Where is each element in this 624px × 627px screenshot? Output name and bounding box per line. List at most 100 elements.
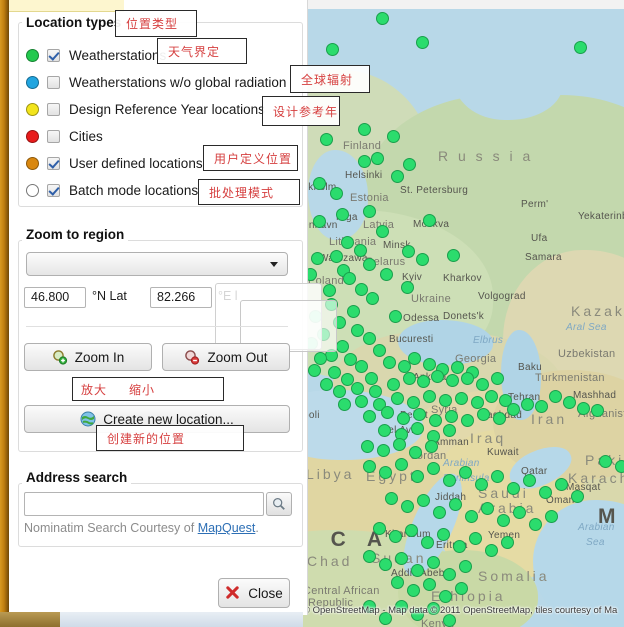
map-marker-weatherstation[interactable]	[491, 372, 504, 385]
map-marker-weatherstation[interactable]	[469, 532, 482, 545]
map-marker-weatherstation[interactable]	[443, 424, 456, 437]
map-marker-weatherstation[interactable]	[313, 215, 326, 228]
map-marker-weatherstation[interactable]	[453, 540, 466, 553]
map-marker-weatherstation[interactable]	[363, 460, 376, 473]
map-marker-weatherstation[interactable]	[409, 446, 422, 459]
map-marker-weatherstation[interactable]	[363, 258, 376, 271]
zoom-in-button[interactable]: Zoom In	[24, 343, 152, 371]
location-type-row-0[interactable]: Weatherstations	[26, 44, 166, 66]
map-marker-weatherstation[interactable]	[320, 133, 333, 146]
map-marker-weatherstation[interactable]	[405, 524, 418, 537]
map-marker-weatherstation[interactable]	[447, 249, 460, 262]
map-marker-weatherstation[interactable]	[577, 402, 590, 415]
map-marker-weatherstation[interactable]	[431, 370, 444, 383]
map-marker-weatherstation[interactable]	[523, 474, 536, 487]
map-marker-weatherstation[interactable]	[365, 372, 378, 385]
map-marker-weatherstation[interactable]	[451, 361, 464, 374]
map-marker-weatherstation[interactable]	[563, 396, 576, 409]
map-marker-weatherstation[interactable]	[355, 360, 368, 373]
map-marker-weatherstation[interactable]	[343, 272, 356, 285]
map-marker-weatherstation[interactable]	[330, 187, 343, 200]
map-marker-weatherstation[interactable]	[549, 390, 562, 403]
map-marker-weatherstation[interactable]	[401, 281, 414, 294]
location-type-checkbox[interactable]	[47, 183, 60, 197]
map-marker-weatherstation[interactable]	[363, 410, 376, 423]
map-marker-weatherstation[interactable]	[355, 395, 368, 408]
map-marker-weatherstation[interactable]	[535, 400, 548, 413]
map-marker-weatherstation[interactable]	[363, 332, 376, 345]
map-marker-weatherstation[interactable]	[381, 406, 394, 419]
map-marker-weatherstation[interactable]	[361, 440, 374, 453]
map-marker-weatherstation[interactable]	[403, 158, 416, 171]
map-marker-weatherstation[interactable]	[358, 155, 371, 168]
map-marker-weatherstation[interactable]	[379, 558, 392, 571]
map-marker-weatherstation[interactable]	[385, 492, 398, 505]
map-marker-weatherstation[interactable]	[591, 404, 604, 417]
map-marker-weatherstation[interactable]	[397, 412, 410, 425]
map-marker-weatherstation[interactable]	[391, 170, 404, 183]
map-marker-weatherstation[interactable]	[411, 422, 424, 435]
location-type-row-2[interactable]: Design Reference Year locations	[26, 98, 265, 120]
location-type-row-1[interactable]: Weatherstations w/o global radiation	[26, 71, 286, 93]
map-marker-weatherstation[interactable]	[485, 390, 498, 403]
map-marker-weatherstation[interactable]	[417, 375, 430, 388]
map-marker-weatherstation[interactable]	[379, 466, 392, 479]
map-marker-weatherstation[interactable]	[507, 403, 520, 416]
map-marker-weatherstation[interactable]	[423, 214, 436, 227]
map-marker-weatherstation[interactable]	[341, 236, 354, 249]
map-marker-weatherstation[interactable]	[369, 385, 382, 398]
map-marker-weatherstation[interactable]	[416, 253, 429, 266]
map-marker-weatherstation[interactable]	[423, 578, 436, 591]
map-marker-weatherstation[interactable]	[393, 438, 406, 451]
map-marker-weatherstation[interactable]	[308, 364, 321, 377]
map-marker-weatherstation[interactable]	[439, 394, 452, 407]
map-marker-weatherstation[interactable]	[395, 552, 408, 565]
map-marker-weatherstation[interactable]	[336, 340, 349, 353]
location-type-checkbox[interactable]	[47, 48, 60, 62]
map-marker-weatherstation[interactable]	[411, 470, 424, 483]
location-type-checkbox[interactable]	[47, 156, 60, 170]
map-marker-weatherstation[interactable]	[395, 458, 408, 471]
map-marker-weatherstation[interactable]	[391, 392, 404, 405]
map-marker-weatherstation[interactable]	[416, 36, 429, 49]
location-type-checkbox[interactable]	[47, 129, 60, 143]
map-marker-weatherstation[interactable]	[507, 482, 520, 495]
map-marker-weatherstation[interactable]	[376, 225, 389, 238]
map-marker-weatherstation[interactable]	[363, 550, 376, 563]
zoom-out-button[interactable]: Zoom Out	[162, 343, 290, 371]
map-marker-weatherstation[interactable]	[491, 470, 504, 483]
map-marker-weatherstation[interactable]	[493, 412, 506, 425]
map-marker-weatherstation[interactable]	[363, 205, 376, 218]
map-marker-weatherstation[interactable]	[311, 252, 324, 265]
map-marker-weatherstation[interactable]	[408, 352, 421, 365]
map-marker-weatherstation[interactable]	[330, 250, 343, 263]
map-marker-weatherstation[interactable]	[338, 398, 351, 411]
map-marker-weatherstation[interactable]	[571, 490, 584, 503]
map-marker-weatherstation[interactable]	[401, 500, 414, 513]
map-marker-weatherstation[interactable]	[521, 398, 534, 411]
map-marker-weatherstation[interactable]	[481, 502, 494, 515]
map-marker-weatherstation[interactable]	[513, 506, 526, 519]
map-marker-weatherstation[interactable]	[377, 444, 390, 457]
map-marker-weatherstation[interactable]	[477, 408, 490, 421]
map-marker-weatherstation[interactable]	[485, 544, 498, 557]
map-marker-weatherstation[interactable]	[373, 344, 386, 357]
map-viewport[interactable]: Finland R u s s i a Helsinki St. Petersburg…	[303, 0, 624, 627]
map-marker-weatherstation[interactable]	[449, 498, 462, 511]
map-marker-weatherstation[interactable]	[461, 414, 474, 427]
map-marker-weatherstation[interactable]	[336, 208, 349, 221]
region-select[interactable]	[26, 252, 288, 276]
map-marker-weatherstation[interactable]	[439, 590, 452, 603]
map-marker-weatherstation[interactable]	[574, 41, 587, 54]
map-marker-weatherstation[interactable]	[366, 292, 379, 305]
map-marker-weatherstation[interactable]	[421, 536, 434, 549]
map-marker-weatherstation[interactable]	[389, 530, 402, 543]
map-marker-weatherstation[interactable]	[403, 372, 416, 385]
map-marker-weatherstation[interactable]	[497, 514, 510, 527]
longitude-field[interactable]: 82.266	[150, 287, 212, 308]
map-marker-weatherstation[interactable]	[529, 518, 542, 531]
map-marker-weatherstation[interactable]	[314, 352, 327, 365]
map-marker-weatherstation[interactable]	[387, 130, 400, 143]
map-marker-weatherstation[interactable]	[423, 390, 436, 403]
map-marker-weatherstation[interactable]	[380, 268, 393, 281]
